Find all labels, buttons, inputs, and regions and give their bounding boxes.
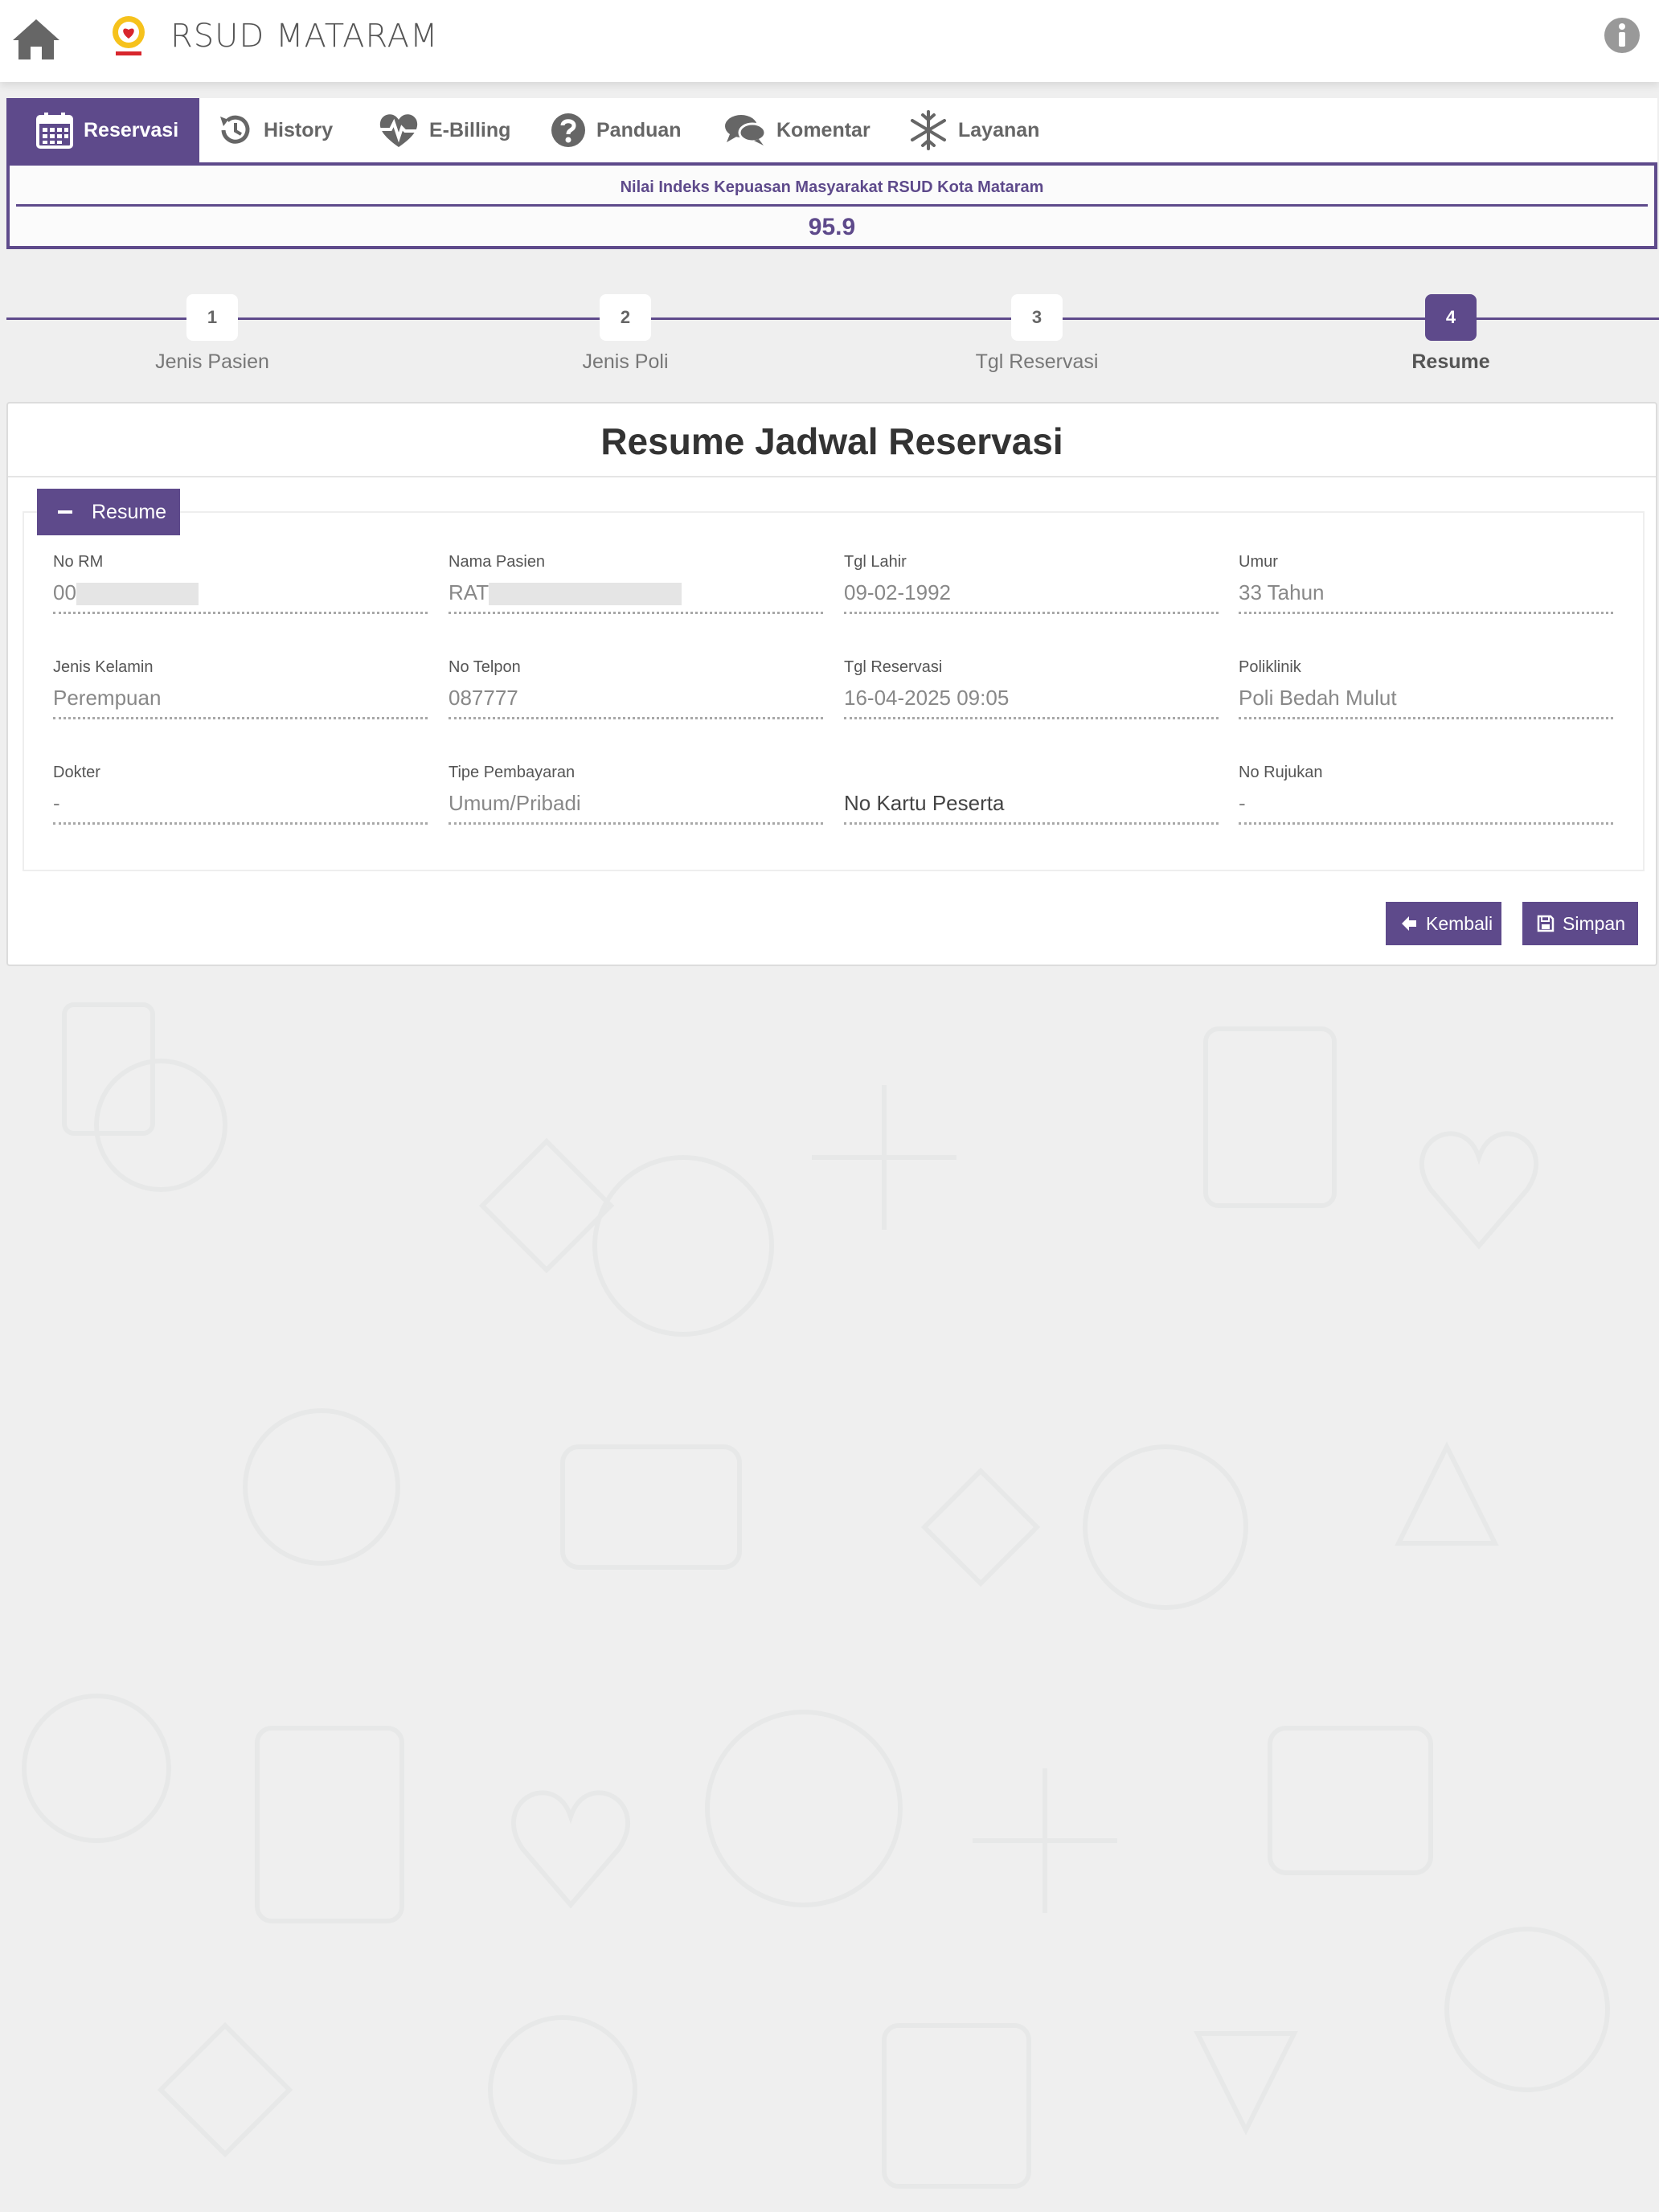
card-title: Resume Jadwal Reservasi bbox=[600, 420, 1063, 462]
field-label: Poliklinik bbox=[1239, 658, 1301, 676]
stepper-line bbox=[6, 317, 1659, 320]
step-4-label: Resume bbox=[1411, 350, 1490, 373]
tgl-reservasi-value: 16-04-2025 09:05 bbox=[844, 679, 1219, 719]
step-2-label: Jenis Poli bbox=[582, 350, 669, 373]
tipe-pembayaran-value: Umum/Pribadi bbox=[449, 784, 823, 825]
floppy-disk-icon bbox=[1537, 915, 1555, 932]
hospital-logo-icon bbox=[113, 16, 145, 55]
poliklinik-value: Poli Bedah Mulut bbox=[1239, 679, 1613, 719]
no-rm-value: 00 bbox=[53, 574, 428, 614]
field-no-rujukan: No Rujukan - bbox=[1239, 764, 1613, 825]
no-kartu-peserta-input[interactable]: No Kartu Peserta bbox=[844, 784, 1219, 825]
back-button[interactable]: Kembali bbox=[1386, 902, 1501, 945]
index-divider bbox=[16, 204, 1648, 207]
tab-e-billing[interactable]: E-Billing bbox=[378, 98, 510, 162]
history-icon bbox=[220, 115, 250, 144]
no-rm-text: 00 bbox=[53, 580, 76, 604]
field-tipe-pembayaran: Tipe Pembayaran Umum/Pribadi bbox=[449, 764, 823, 825]
field-label: No Rujukan bbox=[1239, 764, 1323, 781]
tab-label: Layanan bbox=[958, 118, 1040, 141]
field-label: Nama Pasien bbox=[449, 553, 546, 571]
tab-label: Panduan bbox=[596, 118, 682, 141]
panel-tab-label: Resume bbox=[92, 500, 167, 523]
field-label: Tgl Lahir bbox=[844, 553, 907, 571]
tab-label: E-Billing bbox=[429, 118, 511, 141]
step-3-label: Tgl Reservasi bbox=[975, 350, 1099, 373]
jenis-kelamin-value: Perempuan bbox=[53, 679, 428, 719]
main-nav: Reservasi History E-Billing Panduan Kome… bbox=[6, 98, 1657, 162]
tab-label: Komentar bbox=[776, 118, 870, 141]
step-1-badge[interactable]: 1 bbox=[186, 294, 238, 341]
no-telpon-value: 087777 bbox=[449, 679, 823, 719]
field-label: No RM bbox=[53, 553, 104, 571]
nama-pasien-value: RAT bbox=[449, 574, 823, 614]
dokter-value: - bbox=[53, 784, 428, 825]
minus-icon bbox=[58, 510, 72, 514]
redaction-block bbox=[76, 583, 199, 606]
field-tgl-reservasi: Tgl Reservasi 16-04-2025 09:05 bbox=[844, 658, 1219, 719]
field-umur: Umur 33 Tahun bbox=[1239, 553, 1613, 614]
redaction-block bbox=[489, 583, 682, 606]
step-2-badge[interactable]: 2 bbox=[600, 294, 651, 341]
field-no-rm: No RM 00 bbox=[53, 553, 428, 614]
field-label: Jenis Kelamin bbox=[53, 658, 154, 676]
field-label: Umur bbox=[1239, 553, 1278, 571]
field-label: Dokter bbox=[53, 764, 100, 781]
arrow-left-icon bbox=[1402, 916, 1416, 931]
calendar-icon bbox=[36, 113, 73, 149]
tab-reservasi[interactable]: Reservasi bbox=[6, 98, 200, 162]
comments-icon bbox=[725, 115, 767, 145]
save-label: Simpan bbox=[1563, 912, 1625, 934]
card-header: Resume Jadwal Reservasi bbox=[8, 403, 1656, 477]
top-bar: RSUD MATARAM bbox=[0, 0, 1659, 82]
field-no-telpon: No Telpon 087777 bbox=[449, 658, 823, 719]
tab-history[interactable]: History bbox=[217, 98, 333, 162]
field-poliklinik: Poliklinik Poli Bedah Mulut bbox=[1239, 658, 1613, 719]
tab-label: Reservasi bbox=[84, 118, 179, 141]
step-3-badge[interactable]: 3 bbox=[1011, 294, 1063, 341]
field-label: Tipe Pembayaran bbox=[449, 764, 576, 781]
field-label: Tgl Reservasi bbox=[844, 658, 943, 676]
question-icon bbox=[551, 113, 585, 147]
field-label: No Telpon bbox=[449, 658, 521, 676]
back-label: Kembali bbox=[1426, 912, 1493, 934]
field-tgl-lahir: Tgl Lahir 09-02-1992 bbox=[844, 553, 1219, 614]
heartbeat-icon bbox=[379, 114, 418, 147]
home-icon[interactable] bbox=[11, 16, 61, 61]
tab-komentar[interactable]: Komentar bbox=[723, 98, 870, 162]
step-1-label: Jenis Pasien bbox=[155, 350, 269, 373]
field-label bbox=[844, 764, 1219, 784]
resume-panel-toggle[interactable]: Resume bbox=[37, 489, 180, 535]
field-jenis-kelamin: Jenis Kelamin Perempuan bbox=[53, 658, 428, 719]
no-rujukan-value: - bbox=[1239, 784, 1613, 825]
snowflake-icon bbox=[911, 110, 946, 150]
satisfaction-index-box: Nilai Indeks Kepuasan Masyarakat RSUD Ko… bbox=[6, 162, 1657, 249]
nama-pasien-text: RAT bbox=[449, 580, 490, 604]
background-pattern bbox=[22, 721, 1610, 2189]
step-4-badge[interactable]: 4 bbox=[1425, 294, 1477, 341]
umur-value: 33 Tahun bbox=[1239, 574, 1613, 614]
info-icon[interactable] bbox=[1603, 16, 1641, 55]
field-no-kartu-peserta: No Kartu Peserta bbox=[844, 764, 1219, 825]
tab-panduan[interactable]: Panduan bbox=[550, 98, 682, 162]
tab-layanan[interactable]: Layanan bbox=[908, 98, 1039, 162]
tab-label: History bbox=[264, 118, 334, 141]
index-value: 95.9 bbox=[808, 214, 856, 240]
field-nama-pasien: Nama Pasien RAT bbox=[449, 553, 823, 614]
index-label: Nilai Indeks Kepuasan Masyarakat RSUD Ko… bbox=[620, 178, 1044, 196]
tgl-lahir-value: 09-02-1992 bbox=[844, 574, 1219, 614]
save-button[interactable]: Simpan bbox=[1522, 902, 1638, 945]
field-dokter: Dokter - bbox=[53, 764, 428, 825]
resume-card: Resume Jadwal Reservasi Resume No RM 00 … bbox=[6, 402, 1657, 966]
app-title: RSUD MATARAM bbox=[170, 18, 439, 55]
